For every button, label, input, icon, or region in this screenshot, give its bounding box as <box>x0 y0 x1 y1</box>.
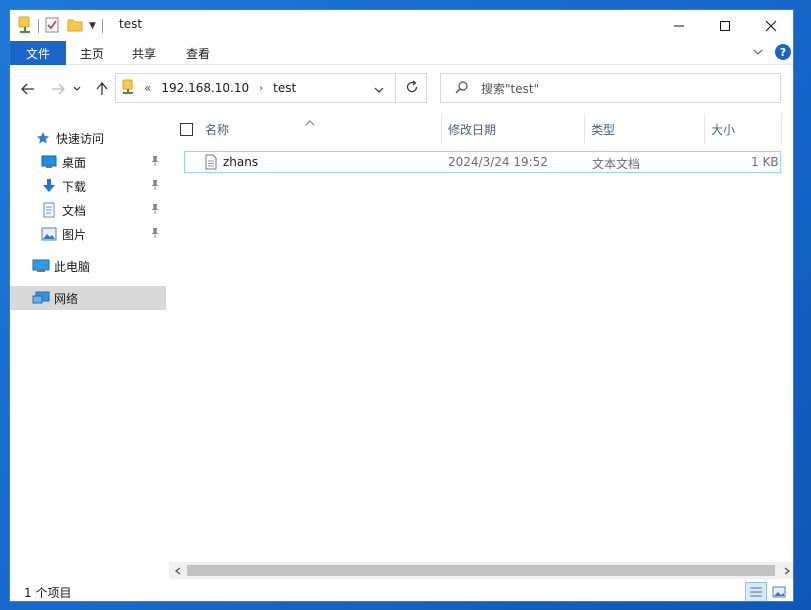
sidebar-item-label: 图片 <box>62 227 87 242</box>
tab-file[interactable]: 文件 <box>10 41 66 65</box>
properties-icon[interactable] <box>45 17 59 36</box>
window-title: test <box>119 17 143 31</box>
ribbon-tabs: 文件 主页 共享 查看 ? <box>10 41 793 65</box>
sidebar-item-pictures[interactable]: 图片 <box>10 222 166 246</box>
column-divider[interactable] <box>704 114 705 144</box>
select-all-checkbox[interactable] <box>180 114 193 144</box>
up-button[interactable] <box>90 76 114 102</box>
column-divider[interactable] <box>584 114 585 144</box>
column-divider[interactable] <box>781 114 782 144</box>
file-size: 1 KB <box>751 155 779 169</box>
sidebar-item-label: 下载 <box>62 179 87 194</box>
address-divider <box>395 74 396 102</box>
breadcrumb-folder[interactable]: test <box>273 81 296 95</box>
network-folder-icon <box>18 16 32 37</box>
expand-ribbon-icon[interactable] <box>752 46 764 61</box>
search-icon <box>455 80 469 97</box>
scroll-left-icon[interactable] <box>169 562 186 579</box>
column-divider[interactable] <box>441 114 442 144</box>
pin-icon[interactable] <box>150 155 160 170</box>
title-bar: ▼ test <box>10 10 793 41</box>
file-type: 文本文档 <box>592 157 641 171</box>
forward-button[interactable] <box>46 76 70 102</box>
quick-access-toolbar: ▼ <box>18 16 109 36</box>
explorer-window: ▼ test 文件 主页 共享 查看 ? « 192.168.10.10 › t… <box>9 9 794 602</box>
file-name: zhans <box>223 155 259 169</box>
sidebar-item-label: 网络 <box>54 291 79 306</box>
tab-view[interactable]: 查看 <box>176 41 220 65</box>
sidebar-item-downloads[interactable]: 下载 <box>10 174 166 198</box>
pin-icon[interactable] <box>150 179 160 194</box>
breadcrumb-overflow[interactable]: « <box>144 81 151 95</box>
toolbar-separator <box>101 19 103 33</box>
sidebar-item-this-pc[interactable]: 此电脑 <box>10 254 166 278</box>
sidebar-item-desktop[interactable]: 桌面 <box>10 150 166 174</box>
sidebar-item-label: 快速访问 <box>56 131 105 146</box>
file-modified: 2024/3/24 19:52 <box>448 155 548 169</box>
desktop-icon <box>40 154 58 170</box>
back-button[interactable] <box>16 76 40 102</box>
horizontal-scrollbar[interactable] <box>169 562 793 579</box>
pictures-icon <box>40 226 58 242</box>
sidebar-item-network[interactable]: 网络 <box>10 286 166 310</box>
address-bar[interactable]: « 192.168.10.10 › test <box>115 73 427 103</box>
network-location-icon <box>122 79 134 98</box>
tab-home[interactable]: 主页 <box>70 41 114 65</box>
details-view-button[interactable] <box>745 582 767 601</box>
table-row[interactable]: zhans 2024/3/24 19:52 文本文档 1 KB <box>184 151 781 173</box>
sidebar-item-label: 此电脑 <box>54 259 91 274</box>
download-icon <box>40 178 58 194</box>
maximize-button[interactable] <box>702 10 748 41</box>
address-dropdown-icon[interactable] <box>374 83 384 97</box>
sidebar-item-label: 桌面 <box>62 155 87 170</box>
text-file-icon <box>205 154 217 173</box>
large-icons-view-button[interactable] <box>768 582 790 601</box>
new-folder-icon[interactable] <box>67 17 83 36</box>
computer-icon <box>32 258 50 274</box>
breadcrumb-separator[interactable]: › <box>259 83 263 94</box>
scroll-right-icon[interactable] <box>778 562 793 579</box>
scrollbar-thumb[interactable] <box>187 565 775 576</box>
breadcrumb-host[interactable]: 192.168.10.10 <box>161 81 249 95</box>
refresh-icon[interactable] <box>405 80 419 97</box>
close-button[interactable] <box>748 10 793 41</box>
minimize-button[interactable] <box>656 10 702 41</box>
tab-share[interactable]: 共享 <box>122 41 166 65</box>
navigation-pane: 快速访问 桌面 下载 文档 图片 此电脑 网络 <box>10 114 168 574</box>
column-header-size[interactable]: 大小 <box>711 114 735 144</box>
recent-locations-button[interactable] <box>70 76 84 102</box>
search-placeholder: 搜索"test" <box>481 81 540 96</box>
file-list: 名称 修改日期 类型 大小 zhans 2024/3/24 19:52 文本文档… <box>169 114 793 562</box>
document-icon <box>40 202 58 218</box>
sidebar-item-documents[interactable]: 文档 <box>10 198 166 222</box>
customize-toolbar-icon[interactable]: ▼ <box>89 21 96 31</box>
status-bar: 1 个项目 <box>10 580 793 601</box>
item-count: 1 个项目 <box>24 586 72 600</box>
column-header-modified[interactable]: 修改日期 <box>448 114 496 144</box>
column-header-name[interactable]: 名称 <box>205 114 229 144</box>
toolbar-separator <box>38 19 39 33</box>
sort-ascending-icon <box>305 115 315 129</box>
pin-icon[interactable] <box>150 203 160 218</box>
pin-icon[interactable] <box>150 227 160 242</box>
star-icon <box>34 130 52 146</box>
column-header-type[interactable]: 类型 <box>591 114 615 144</box>
sidebar-item-quick-access[interactable]: 快速访问 <box>10 126 166 150</box>
help-icon[interactable]: ? <box>775 44 791 60</box>
sidebar-item-label: 文档 <box>62 203 87 218</box>
network-icon <box>32 290 50 306</box>
search-box[interactable]: 搜索"test" <box>440 73 781 103</box>
